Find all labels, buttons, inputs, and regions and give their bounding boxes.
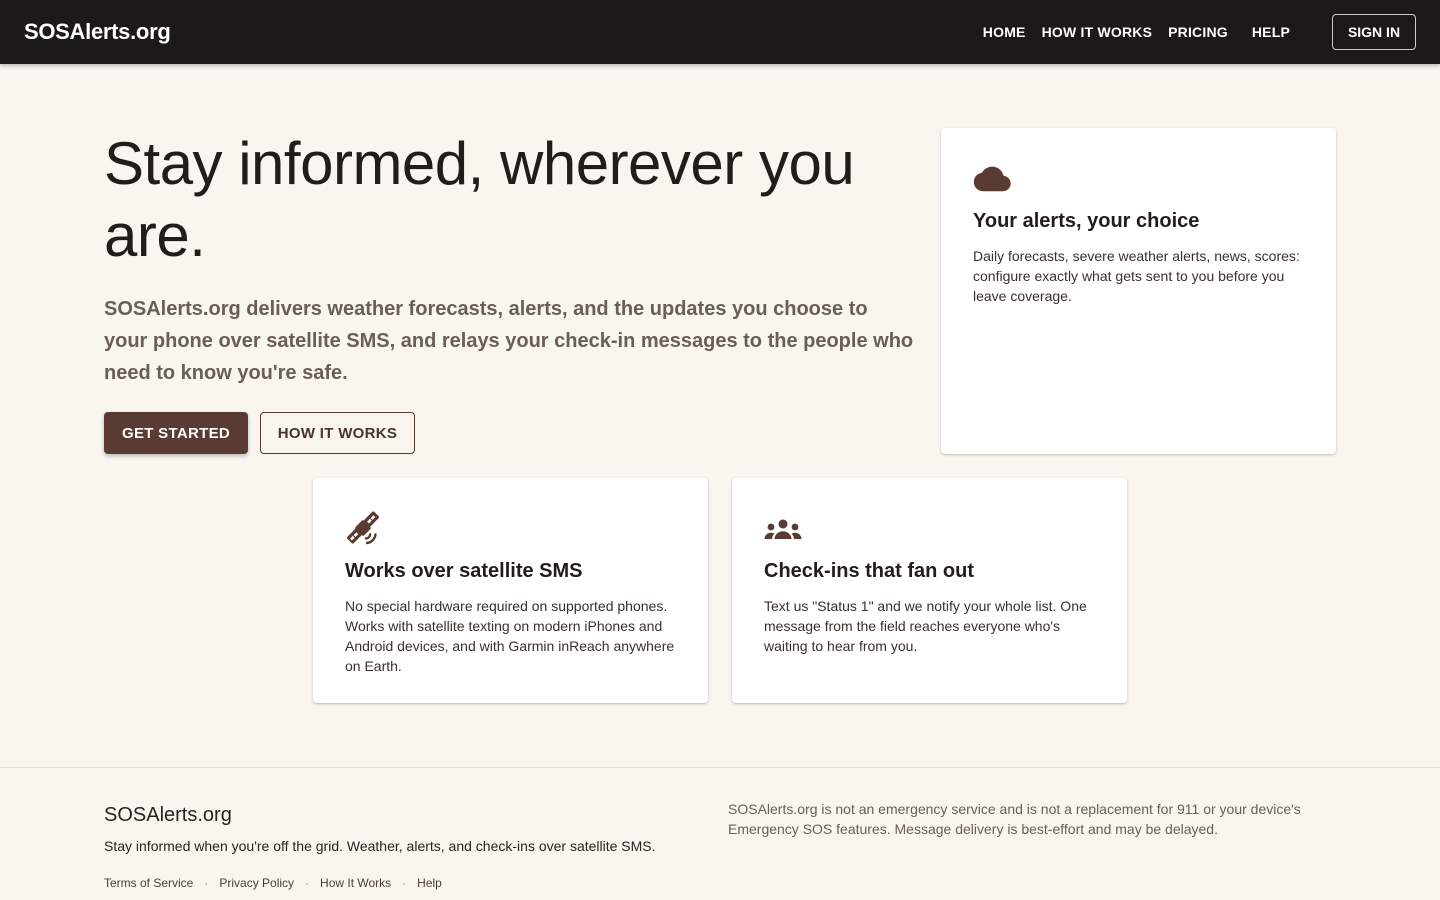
feature-title: Your alerts, your choice <box>973 210 1200 232</box>
brand-logo[interactable]: SOSAlerts.org <box>24 19 171 45</box>
hero-subtitle: SOSAlerts.org delivers weather forecasts… <box>104 298 914 384</box>
footer-brand: SOSAlerts.org <box>104 804 232 826</box>
footer-link-how-it-works[interactable]: How It Works <box>320 876 391 890</box>
feature-card-alerts: Your alerts, your choice Daily forecasts… <box>941 128 1336 454</box>
footer-disclaimer: SOSAlerts.org is not an emergency servic… <box>728 801 1301 837</box>
top-nav-bar: SOSAlerts.org HOME HOW IT WORKS PRICING … <box>0 0 1440 64</box>
how-it-works-button[interactable]: HOW IT WORKS <box>260 412 415 454</box>
feature-title: Works over satellite SMS <box>345 560 583 582</box>
footer-divider <box>0 767 1440 768</box>
feature-card-checkins: Check-ins that fan out Text us "Status 1… <box>732 478 1127 703</box>
footer-separator: · <box>402 876 407 890</box>
group-icon <box>764 519 802 539</box>
nav-home[interactable]: HOME <box>983 24 1026 40</box>
footer-links: Terms of Service · Privacy Policy · How … <box>104 876 442 890</box>
sign-in-button[interactable]: SIGN IN <box>1332 14 1416 50</box>
footer-separator: · <box>204 876 209 890</box>
hero-title: Stay informed, wherever you are. <box>104 130 855 269</box>
feature-description: Text us "Status 1" and we notify your wh… <box>764 598 1087 654</box>
satellite-icon <box>346 511 380 545</box>
footer-link-help[interactable]: Help <box>417 876 442 890</box>
footer-link-privacy[interactable]: Privacy Policy <box>219 876 294 890</box>
footer-separator: · <box>305 876 310 890</box>
feature-card-satellite: Works over satellite SMS No special hard… <box>313 478 708 703</box>
cloud-icon <box>973 166 1011 192</box>
footer-link-terms[interactable]: Terms of Service <box>104 876 193 890</box>
get-started-button[interactable]: GET STARTED <box>104 412 248 454</box>
feature-description: No special hardware required on supporte… <box>345 598 675 674</box>
nav-pricing[interactable]: PRICING <box>1168 24 1228 40</box>
footer-tagline: Stay informed when you're off the grid. … <box>104 838 656 854</box>
nav-help[interactable]: HELP <box>1252 24 1290 40</box>
main-nav: HOME HOW IT WORKS PRICING HELP SIGN IN <box>967 14 1416 50</box>
nav-how-it-works[interactable]: HOW IT WORKS <box>1042 24 1153 40</box>
feature-description: Daily forecasts, severe weather alerts, … <box>973 248 1300 304</box>
feature-title: Check-ins that fan out <box>764 560 975 582</box>
